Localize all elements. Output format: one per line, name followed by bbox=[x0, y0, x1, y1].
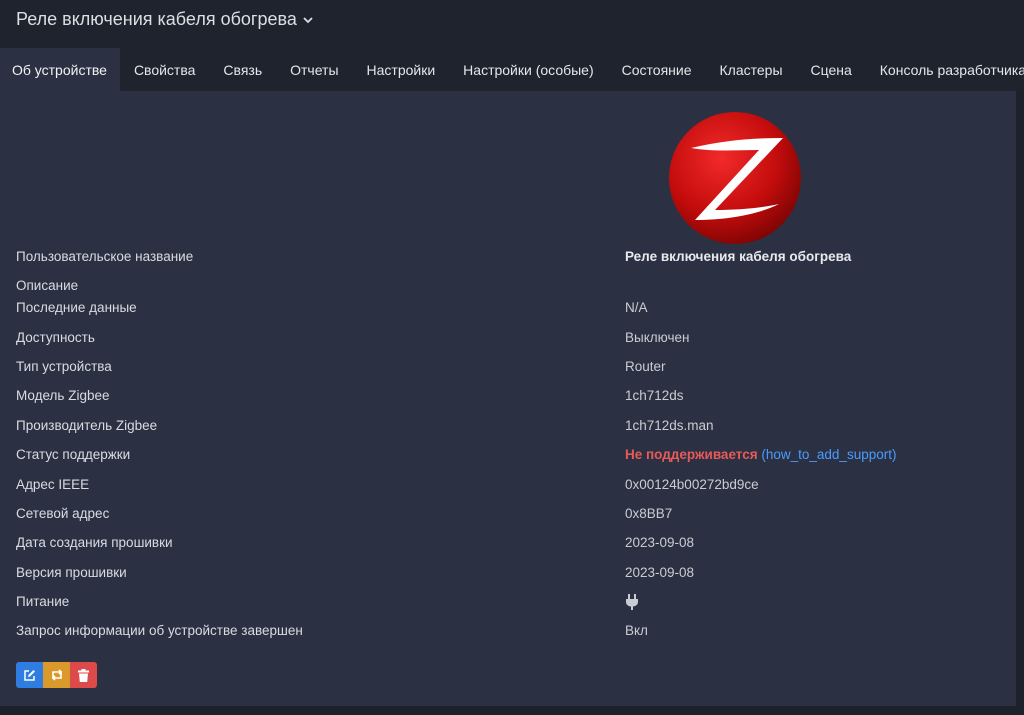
row-label: Тип устройства bbox=[16, 359, 112, 374]
scroll-edge bbox=[1016, 91, 1024, 715]
edit-icon bbox=[24, 669, 35, 681]
row-label: Статус поддержки bbox=[16, 447, 131, 462]
row-label: Дата создания прошивки bbox=[16, 535, 173, 550]
unsupported-status: Не поддерживается bbox=[625, 447, 758, 462]
row-value: N/A bbox=[625, 300, 648, 315]
row-label: Адрес IEEE bbox=[16, 477, 90, 492]
row-value: 1ch712ds bbox=[625, 388, 684, 403]
row-label: Производитель Zigbee bbox=[16, 418, 158, 433]
bottom-edge bbox=[0, 706, 1016, 715]
row-value: 0x8BB7 bbox=[625, 506, 673, 521]
row-label: Версия прошивки bbox=[16, 565, 127, 580]
row-value bbox=[625, 594, 639, 613]
plug-icon bbox=[626, 594, 638, 610]
info-row-firmware-version: Версия прошивки 2023-09-08 bbox=[16, 565, 1006, 587]
row-label: Питание bbox=[16, 594, 70, 609]
zigbee-logo bbox=[669, 112, 801, 244]
tab-clusters[interactable]: Кластеры bbox=[706, 48, 797, 91]
info-row-support-status: Статус поддержки Не поддерживается (how_… bbox=[16, 447, 1006, 469]
row-label: Сетевой адрес bbox=[16, 506, 110, 521]
top-bar: Реле включения кабеля обогрева bbox=[0, 0, 1024, 48]
row-value: Вкл bbox=[625, 623, 648, 638]
info-row-description: Описание bbox=[16, 278, 1006, 300]
info-row-network-address: Сетевой адрес 0x8BB7 bbox=[16, 506, 1006, 528]
info-row-custom-name: Пользовательское название Реле включения… bbox=[16, 249, 1006, 271]
tab-dev-console[interactable]: Консоль разработчика bbox=[866, 48, 1024, 91]
tab-bind[interactable]: Связь bbox=[209, 48, 276, 91]
reconfigure-button[interactable] bbox=[43, 662, 70, 688]
info-row-availability: Доступность Выключен bbox=[16, 330, 1006, 352]
row-value: 1ch712ds.man bbox=[625, 418, 714, 433]
row-value: Реле включения кабеля обогрева bbox=[625, 249, 852, 264]
how-to-add-support-link[interactable]: (how_to_add_support) bbox=[761, 447, 896, 462]
availability-link[interactable]: Выключен bbox=[625, 330, 689, 345]
info-row-last-seen: Последние данные N/A bbox=[16, 300, 1006, 322]
device-title: Реле включения кабеля обогрева bbox=[16, 9, 297, 29]
tab-about[interactable]: Об устройстве bbox=[0, 48, 120, 91]
info-row-interview-completed: Запрос информации об устройстве завершен… bbox=[16, 623, 1006, 645]
row-label: Пользовательское название bbox=[16, 249, 194, 264]
info-row-power-source: Питание bbox=[16, 594, 1006, 616]
trash-icon bbox=[78, 668, 89, 682]
row-label: Описание bbox=[16, 278, 79, 293]
tab-reports[interactable]: Отчеты bbox=[276, 48, 352, 91]
row-label: Модель Zigbee bbox=[16, 388, 110, 403]
info-row-zigbee-manufacturer: Производитель Zigbee 1ch712ds.man bbox=[16, 418, 1006, 440]
info-row-zigbee-model: Модель Zigbee 1ch712ds bbox=[16, 388, 1006, 410]
tab-settings[interactable]: Настройки bbox=[353, 48, 450, 91]
info-row-ieee-address: Адрес IEEE 0x00124b00272bd9ce bbox=[16, 477, 1006, 499]
row-label: Доступность bbox=[16, 330, 95, 345]
info-row-firmware-date: Дата создания прошивки 2023-09-08 bbox=[16, 535, 1006, 557]
device-selector[interactable]: Реле включения кабеля обогрева bbox=[16, 9, 313, 30]
device-actions bbox=[16, 662, 97, 688]
tab-state[interactable]: Состояние bbox=[608, 48, 706, 91]
row-value: Router bbox=[625, 359, 666, 374]
row-label: Запрос информации об устройстве завершен bbox=[16, 623, 303, 638]
row-label: Последние данные bbox=[16, 300, 137, 315]
remove-button[interactable] bbox=[70, 662, 97, 688]
tab-properties[interactable]: Свойства bbox=[120, 48, 209, 91]
info-row-device-type: Тип устройства Router bbox=[16, 359, 1006, 381]
row-value: 2023-09-08 bbox=[625, 565, 695, 580]
tab-settings-specific[interactable]: Настройки (особые) bbox=[449, 48, 607, 91]
chevron-down-icon bbox=[303, 15, 313, 27]
row-value: 2023-09-08 bbox=[625, 535, 695, 550]
swap-icon bbox=[51, 669, 62, 681]
tab-bar: Об устройстве Свойства Связь Отчеты Наст… bbox=[0, 48, 1024, 91]
rename-button[interactable] bbox=[16, 662, 43, 688]
tab-scene[interactable]: Сцена bbox=[797, 48, 866, 91]
row-value: 0x00124b00272bd9ce bbox=[625, 477, 759, 492]
row-value: Не поддерживается (how_to_add_support) bbox=[625, 447, 896, 462]
